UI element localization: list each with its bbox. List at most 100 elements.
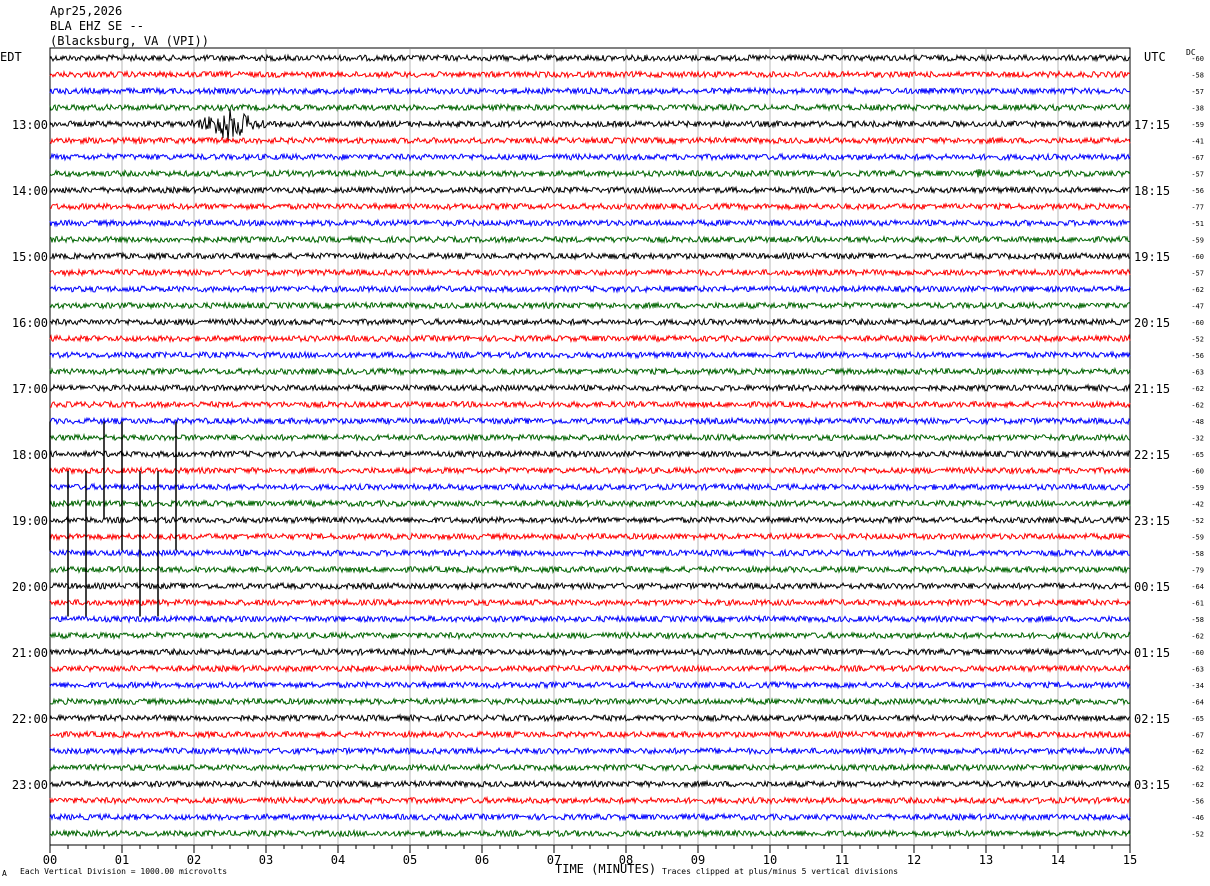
x-tick-label: 15	[1123, 853, 1137, 867]
dc-offset-label: -32	[1191, 435, 1204, 443]
trace-row	[49, 647, 1131, 657]
trace-row	[49, 762, 1131, 773]
right-hour-label: 03:15	[1134, 778, 1170, 792]
left-hour-label: 17:00	[12, 382, 48, 396]
dc-offset-label: -62	[1191, 781, 1204, 789]
right-hour-label: 19:15	[1134, 250, 1170, 264]
trace-row	[49, 399, 1131, 410]
trace-row	[49, 597, 1131, 608]
x-tick-label: 14	[1051, 853, 1065, 867]
trace-row	[49, 317, 1131, 327]
trace-row	[49, 729, 1131, 740]
left-hour-label: 22:00	[12, 712, 48, 726]
dc-offset-label: -58	[1191, 72, 1204, 80]
dc-offset-label: -62	[1191, 748, 1204, 756]
trace-row	[49, 86, 1131, 96]
trace-row	[49, 432, 1131, 443]
right-hour-label: 23:15	[1134, 514, 1170, 528]
dc-offset-label: -65	[1191, 451, 1204, 459]
trace-row	[49, 548, 1131, 558]
trace-row	[49, 449, 1131, 459]
trace-row	[49, 515, 1131, 525]
x-tick-label: 11	[835, 853, 849, 867]
dc-offset-label: -65	[1191, 715, 1204, 723]
x-tick-label: 01	[115, 853, 129, 867]
clip-note: Traces clipped at plus/minus 5 vertical …	[662, 867, 899, 876]
right-hour-label: 00:15	[1134, 580, 1170, 594]
left-hour-label: 14:00	[12, 184, 48, 198]
x-tick-label: 03	[259, 853, 273, 867]
trace-row	[49, 564, 1131, 575]
dc-offset-label: -64	[1191, 699, 1204, 707]
dc-offset-label: -77	[1191, 204, 1204, 212]
x-tick-label: 02	[187, 853, 201, 867]
dc-offset-label: -51	[1191, 220, 1204, 228]
x-tick-label: 09	[691, 853, 705, 867]
dc-offset-label: -52	[1191, 517, 1204, 525]
trace-row	[49, 185, 1130, 195]
dc-offset-label: -34	[1191, 682, 1204, 690]
dc-offset-label: -57	[1191, 171, 1204, 179]
dc-offset-label: -59	[1191, 121, 1204, 129]
x-tick-label: 00	[43, 853, 57, 867]
trace-row	[49, 251, 1131, 261]
x-tick-label: 13	[979, 853, 993, 867]
scale-note: Each Vertical Division = 1000.00 microvo…	[20, 867, 228, 876]
dc-offset-label: -79	[1191, 567, 1204, 575]
trace-row	[49, 630, 1131, 641]
trace-row	[49, 284, 1131, 294]
right-hour-label: 20:15	[1134, 316, 1170, 330]
trace-row	[49, 680, 1131, 690]
trace-row	[49, 168, 1131, 179]
trace-row	[49, 614, 1131, 624]
dc-offset-label: -56	[1191, 187, 1204, 195]
trace-row	[49, 746, 1131, 756]
right-hour-label: 18:15	[1134, 184, 1170, 198]
trace-row	[49, 366, 1131, 377]
trace-row	[49, 383, 1131, 393]
trace-row	[49, 152, 1131, 162]
right-hour-label: 01:15	[1134, 646, 1170, 660]
dc-offset-label: -60	[1191, 55, 1204, 63]
dc-offset-label: -60	[1191, 649, 1204, 657]
dc-offset-label: -64	[1191, 583, 1204, 591]
left-hour-label: 16:00	[12, 316, 48, 330]
trace-row	[49, 267, 1131, 278]
trace-row	[49, 300, 1131, 311]
trace-row	[49, 108, 1131, 142]
dc-offset-label: -58	[1191, 616, 1204, 624]
right-hour-label: 22:15	[1134, 448, 1170, 462]
x-tick-label: 10	[763, 853, 777, 867]
trace-row	[49, 663, 1131, 674]
helicorder-plot: 00 01 02 03 04 05 06 07 08 09 10 11 12 13 14 15-60-58-5…	[12, 47, 1204, 867]
left-hour-label: 19:00	[12, 514, 48, 528]
left-hour-label: 18:00	[12, 448, 48, 462]
trace-row	[49, 713, 1131, 723]
trace-row	[49, 69, 1131, 80]
trace-row	[49, 828, 1131, 839]
right-hour-label: 17:15	[1134, 118, 1170, 132]
dc-offset-label: -60	[1191, 468, 1204, 476]
dc-offset-label: -60	[1191, 253, 1204, 261]
trace-row	[49, 779, 1131, 789]
left-hour-label: 21:00	[12, 646, 48, 660]
dc-offset-label: -60	[1191, 319, 1204, 327]
left-hour-label: 20:00	[12, 580, 48, 594]
dc-offset-label: -59	[1191, 484, 1204, 492]
trace-row	[49, 531, 1131, 542]
dc-offset-label: -63	[1191, 369, 1204, 377]
left-hour-label: 13:00	[12, 118, 48, 132]
dc-offset-label: -42	[1191, 501, 1204, 509]
trace-row	[49, 102, 1131, 113]
dc-offset-label: -58	[1191, 550, 1204, 558]
trace-row	[49, 482, 1131, 492]
dc-offset-label: -62	[1191, 765, 1204, 773]
dc-offset-label: -52	[1191, 336, 1204, 344]
dc-offset-label: -62	[1191, 286, 1204, 294]
dc-offset-label: -52	[1191, 831, 1204, 839]
dc-offset-label: -48	[1191, 418, 1204, 426]
dc-offset-label: -56	[1191, 352, 1204, 360]
trace-row	[49, 465, 1131, 476]
dc-offset-label: -41	[1191, 138, 1204, 146]
dc-offset-label: -63	[1191, 666, 1204, 674]
